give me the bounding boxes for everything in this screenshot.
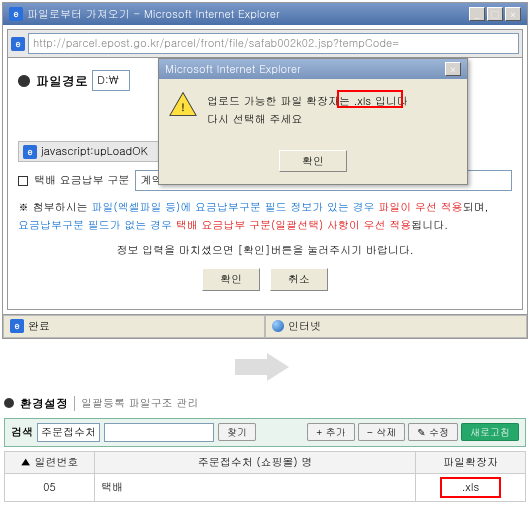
minimize-button[interactable]: _: [469, 7, 485, 21]
alert-line2: 다시 선택해 주세요: [207, 111, 455, 129]
alert-dialog: Microsoft Internet Explorer × ! 업로드 가능한 …: [158, 58, 468, 185]
js-icon: e: [23, 145, 37, 159]
search-input[interactable]: [104, 423, 214, 442]
section-title: 환경설정: [20, 395, 68, 412]
status-net: 인터넷: [288, 319, 321, 334]
address-bar: e http://parcel.epost.go.kr/parcel/front…: [8, 30, 522, 58]
edit-button[interactable]: ✎ 수정: [408, 423, 458, 441]
section-sub: 일괄등록 파일구조 관리: [74, 396, 198, 411]
svg-text:!: !: [181, 100, 184, 114]
table-row[interactable]: 05 택배 .xls: [5, 473, 526, 501]
col-ext[interactable]: 파일확장자: [416, 451, 526, 473]
alert-line1a: 업로드 가능한 파일 확장자: [207, 94, 339, 109]
n1d: 되며,: [463, 200, 489, 215]
popup-body: 파일경로 D:\ Microsoft Internet Explorer × !…: [8, 58, 522, 309]
cell-ext: .xls: [416, 473, 526, 501]
fee-label: 택배 요금납부 구분: [34, 173, 129, 188]
search-label: 검색: [11, 425, 33, 440]
note-block: ※ 첨부하시는 파일(엑셀파일 등)에 요금납부구분 필드 정보가 있는 경우 …: [18, 199, 512, 260]
n2c: 됩니다.: [411, 218, 448, 233]
square-icon: [18, 176, 28, 186]
note-final: 정보 입력을 마치셨으면 [확인]버튼을 눌러주시기 바랍니다.: [18, 242, 512, 260]
bullet-icon: [18, 75, 30, 87]
popup-window: e http://parcel.epost.go.kr/parcel/front…: [7, 29, 523, 310]
js-text: javascript:upLoadOK: [41, 144, 148, 159]
alert-close-button[interactable]: ×: [445, 62, 461, 76]
n1a: ※ 첨부하시는: [18, 200, 91, 215]
section-header: 환경설정 일괄등록 파일구조 관리: [4, 395, 526, 412]
n2b: 택배 요금납부 구분(일괄선택) 사항이 우선 적용: [176, 218, 412, 233]
cell-seq: 05: [5, 473, 95, 501]
n1c: 파일이 우선 적용: [378, 200, 462, 215]
add-button[interactable]: + 추가: [307, 423, 355, 441]
ext-highlight: .xls: [440, 477, 502, 498]
refresh-button[interactable]: 새로고침: [461, 423, 519, 441]
path-label: 파일경로: [36, 71, 88, 90]
cell-name: 택배: [95, 473, 416, 501]
dot-icon: [4, 398, 14, 408]
settings-section: 환경설정 일괄등록 파일구조 관리 검색 주문접수처 찾기 + 추가 - 삭제 …: [4, 395, 526, 502]
url-field[interactable]: http://parcel.epost.go.kr/parcel/front/f…: [28, 33, 519, 54]
status-right: 인터넷: [265, 315, 527, 338]
outer-statusbar: e 완료 인터넷: [3, 314, 527, 338]
col-seq[interactable]: ▲ 일련번호: [5, 451, 95, 473]
result-grid: ▲ 일련번호 주문접수처 (쇼핑몰) 명 파일확장자 05 택배 .xls: [4, 451, 526, 502]
outer-titlebar: e 파일로부터 가져오기 - Microsoft Internet Explore…: [3, 3, 527, 25]
path-input[interactable]: D:\: [92, 70, 130, 91]
maximize-button[interactable]: □: [487, 7, 503, 21]
ie-icon: e: [9, 7, 23, 21]
alert-title: Microsoft Internet Explorer: [165, 62, 301, 77]
outer-window: e 파일로부터 가져오기 - Microsoft Internet Explore…: [2, 2, 528, 339]
search-combo[interactable]: 주문접수처: [37, 423, 100, 442]
status-left: e 완료: [3, 315, 265, 338]
alert-ok-button[interactable]: 확인: [279, 150, 347, 172]
globe-icon: [272, 320, 284, 332]
n1b: 파일(엑셀파일 등)에 요금납부구분 필드 정보가 있는 경우: [91, 200, 378, 215]
alert-titlebar: Microsoft Internet Explorer ×: [159, 59, 467, 79]
outer-title: 파일로부터 가져오기 - Microsoft Internet Explorer: [27, 7, 280, 22]
page-icon: e: [11, 37, 25, 51]
n2a: 요금납부구분 필드가 없는 경우: [18, 218, 176, 233]
ok-button[interactable]: 확인: [202, 268, 260, 291]
status-done: 완료: [28, 319, 50, 334]
close-button[interactable]: ×: [505, 7, 521, 21]
form-buttons: 확인 취소: [18, 268, 512, 291]
grid-header: ▲ 일련번호 주문접수처 (쇼핑몰) 명 파일확장자: [5, 451, 526, 473]
warning-icon: !: [169, 91, 197, 117]
flow-arrow-icon: [235, 353, 295, 381]
find-button[interactable]: 찾기: [218, 423, 256, 441]
highlight-box-ext: [337, 90, 403, 108]
done-icon: e: [10, 319, 24, 333]
toolbar: 검색 주문접수처 찾기 + 추가 - 삭제 ✎ 수정 새로고침: [4, 418, 526, 447]
col-name[interactable]: 주문접수처 (쇼핑몰) 명: [95, 451, 416, 473]
alert-body: ! 업로드 가능한 파일 확장자는 .xls 입니다 다시 선택해 주세요: [159, 79, 467, 142]
cancel-button[interactable]: 취소: [270, 268, 328, 291]
delete-button[interactable]: - 삭제: [358, 423, 406, 441]
